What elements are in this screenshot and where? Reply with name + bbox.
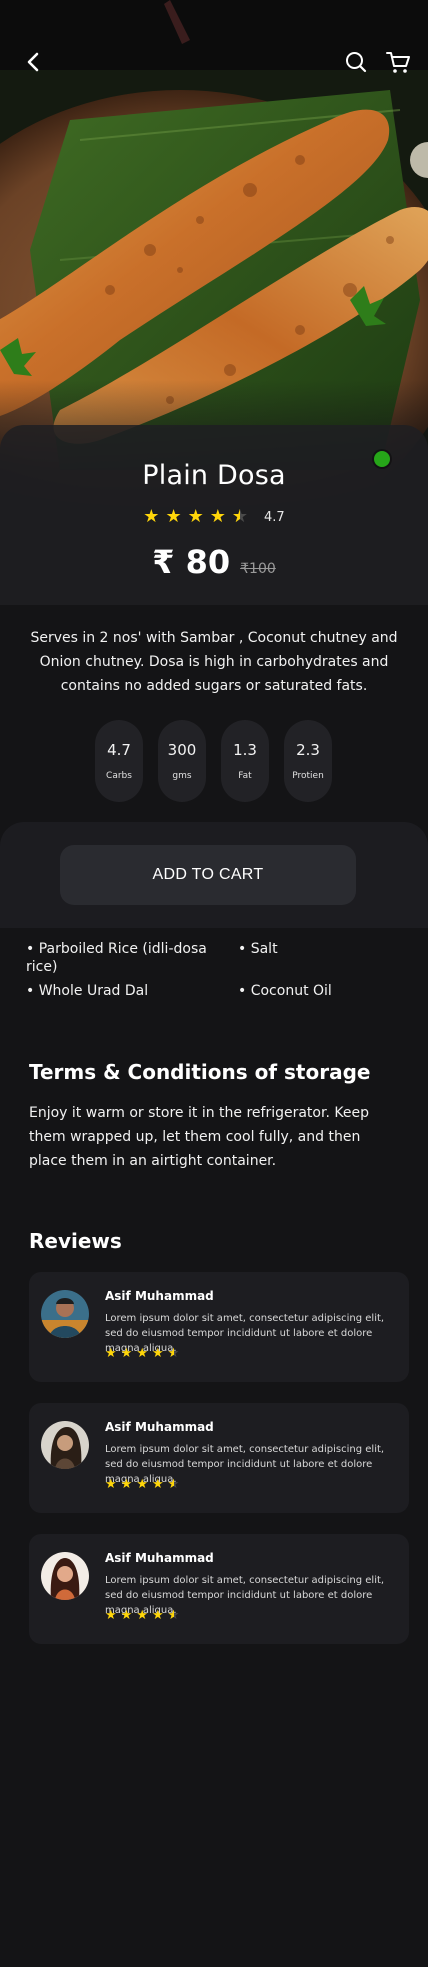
ingredient-item: Coconut Oil: [238, 982, 398, 1000]
half-star-icon: ★: [168, 1347, 180, 1360]
search-button[interactable]: [338, 44, 374, 80]
avatar: [41, 1552, 89, 1600]
half-star-icon: ★: [168, 1609, 180, 1622]
star-icon: ★: [151, 1608, 164, 1623]
reviews-heading: Reviews: [29, 1229, 122, 1253]
nutrition-value: 1.3: [233, 740, 257, 759]
add-to-cart-button[interactable]: ADD TO CART: [60, 845, 356, 905]
terms-text: Enjoy it warm or store it in the refrige…: [29, 1105, 369, 1169]
star-icon: ★: [105, 1608, 117, 1623]
ingredient-item: Whole Urad Dal: [26, 982, 238, 1000]
review-card: Asif Muhammad Lorem ipsum dolor sit amet…: [29, 1403, 409, 1513]
reviewer-name: Asif Muhammad: [105, 1420, 214, 1434]
search-icon: [346, 52, 367, 73]
star-icon: ★: [151, 1346, 164, 1361]
reviewer-name: Asif Muhammad: [105, 1289, 214, 1303]
star-icon: ★: [120, 1346, 133, 1361]
review-card: Asif Muhammad Lorem ipsum dolor sit amet…: [29, 1272, 409, 1382]
nutrition-weight: 300 gms: [158, 720, 206, 802]
product-rating: ★ ★ ★ ★ ★ 4.7: [0, 506, 428, 527]
star-icon: ★: [165, 506, 182, 527]
nutrition-label: gms: [172, 771, 192, 782]
rating-value: 4.7: [264, 509, 285, 525]
product-title: Plain Dosa: [142, 460, 286, 491]
nutrition-value: 2.3: [296, 740, 320, 759]
nutrition-carbs: 4.7 Carbs: [95, 720, 143, 802]
reviewer-name: Asif Muhammad: [105, 1551, 214, 1565]
star-icon: ★: [120, 1608, 133, 1623]
product-price: ₹ 80: [152, 543, 231, 581]
nutrition-value: 4.7: [107, 740, 131, 759]
star-icon: ★: [151, 1477, 164, 1492]
review-stars: ★ ★ ★ ★ ★: [105, 1347, 179, 1360]
avatar: [41, 1421, 89, 1469]
star-icon: ★: [105, 1346, 117, 1361]
half-star-icon: ★: [168, 1478, 180, 1491]
star-icon: ★: [136, 1608, 148, 1623]
nutrition-protein: 2.3 Protien: [284, 720, 332, 802]
star-icon: ★: [105, 1477, 117, 1492]
avatar: [41, 1290, 89, 1338]
star-icon: ★: [187, 506, 204, 527]
terms-heading: Terms & Conditions of storage: [29, 1060, 371, 1084]
user-avatar-image: [41, 1552, 89, 1600]
star-icon: ★: [209, 506, 226, 527]
review-card: Asif Muhammad Lorem ipsum dolor sit amet…: [29, 1534, 409, 1644]
nutrition-facts: 4.7 Carbs 300 gms 1.3 Fat 2.3 Protien: [95, 720, 332, 802]
ingredient-item: Parboiled Rice (idli-dosa rice): [26, 940, 238, 976]
star-icon: ★: [136, 1346, 148, 1361]
nutrition-label: Protien: [292, 771, 324, 782]
price-row: ₹ 80 ₹100: [0, 543, 428, 581]
user-avatar-image: [41, 1290, 89, 1338]
nutrition-label: Carbs: [106, 771, 132, 782]
half-star-icon: ★: [232, 508, 248, 527]
cart-icon: [386, 52, 410, 73]
user-avatar-image: [41, 1421, 89, 1469]
star-icon: ★: [136, 1477, 148, 1492]
chevron-left-icon: [27, 52, 39, 72]
nutrition-label: Fat: [238, 771, 252, 782]
back-button[interactable]: [16, 44, 52, 80]
star-icon: ★: [143, 506, 160, 527]
nutrition-value: 300: [167, 740, 197, 759]
ingredient-item: Salt: [238, 940, 398, 976]
product-description: Serves in 2 nos' with Sambar , Coconut c…: [30, 630, 398, 694]
original-price: ₹100: [240, 561, 276, 577]
review-stars: ★ ★ ★ ★ ★: [105, 1478, 179, 1491]
star-icon: ★: [120, 1477, 133, 1492]
review-stars: ★ ★ ★ ★ ★: [105, 1609, 179, 1622]
cart-button[interactable]: [380, 44, 416, 80]
nutrition-fat: 1.3 Fat: [221, 720, 269, 802]
ingredients-list: Parboiled Rice (idli-dosa rice) Salt Who…: [26, 940, 406, 1000]
